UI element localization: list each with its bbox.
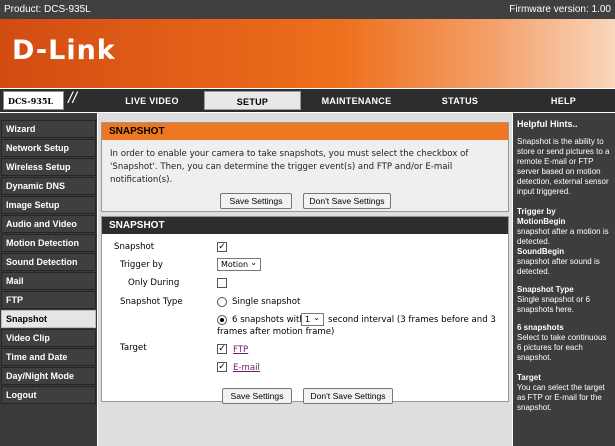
six-snapshots-radio[interactable] <box>217 315 227 325</box>
sidebar-item-logout[interactable]: Logout <box>1 386 96 404</box>
chevron-down-icon: ⌄ <box>313 313 320 322</box>
helpful-hints-panel: Helpful Hints.. Snapshot is the ability … <box>513 113 615 446</box>
dont-save-settings-button-top[interactable]: Don't Save Settings <box>303 193 391 209</box>
sidebar-item-sound-detection[interactable]: Sound Detection <box>1 253 96 271</box>
tab-help[interactable]: HELP <box>514 91 613 110</box>
sidebar-item-audio-video[interactable]: Audio and Video <box>1 215 96 233</box>
firmware-version: Firmware version: 1.00 <box>509 4 611 15</box>
save-settings-button-top[interactable]: Save Settings <box>220 193 292 209</box>
sidebar-item-ftp[interactable]: FTP <box>1 291 96 309</box>
email-checkbox[interactable]: ✓ <box>217 362 227 372</box>
model-badge: DCS-935L <box>3 91 64 110</box>
intro-description: In order to enable your camera to take s… <box>110 149 469 185</box>
sidebar-item-wireless-setup[interactable]: Wireless Setup <box>1 158 96 176</box>
tab-live-video[interactable]: LIVE VIDEO <box>104 91 200 110</box>
ftp-checkbox[interactable]: ✓ <box>217 344 227 354</box>
intro-panel: SNAPSHOT In order to enable your camera … <box>101 122 509 212</box>
hint-type-text: Single snapshot or 6 snapshots here. <box>517 295 590 314</box>
chevron-down-icon: ⌄ <box>250 258 257 267</box>
tab-status[interactable]: STATUS <box>410 91 510 110</box>
hint-six-title: 6 snapshots <box>517 323 564 332</box>
hint-trigger-text2: snapshot after sound is detected. <box>517 257 600 276</box>
only-during-checkbox[interactable] <box>217 278 227 288</box>
sidebar-item-network-setup[interactable]: Network Setup <box>1 139 96 157</box>
tab-setup[interactable]: SETUP <box>204 91 301 110</box>
hint-trigger: Trigger by MotionBegin snapshot after a … <box>517 207 613 277</box>
dlink-logo: D-Link <box>12 35 116 66</box>
hint-six: 6 snapshots Select to take continuous 6 … <box>517 323 613 363</box>
settings-title: SNAPSHOT <box>102 217 508 234</box>
intro-title: SNAPSHOT <box>102 123 508 140</box>
single-snapshot-radio[interactable] <box>217 297 227 307</box>
tab-maintenance[interactable]: MAINTENANCE <box>305 91 408 110</box>
email-link[interactable]: E-mail <box>233 363 260 373</box>
sidebar-item-video-clip[interactable]: Video Clip <box>1 329 96 347</box>
save-settings-button-bottom[interactable]: Save Settings <box>222 388 292 404</box>
top-info-bar: Product: DCS-935L Firmware version: 1.00 <box>0 0 615 19</box>
six-snapshots-label: 6 snapshots with <box>232 315 305 325</box>
main-nav: DCS-935L // LIVE VIDEO SETUP MAINTENANCE… <box>0 89 615 112</box>
product-name: Product: DCS-935L <box>4 4 91 15</box>
hint-trigger-title: Trigger by <box>517 207 556 216</box>
ftp-link[interactable]: FTP <box>233 345 248 355</box>
dont-save-settings-button-bottom[interactable]: Don't Save Settings <box>303 388 393 404</box>
snapshot-label: Snapshot <box>114 242 155 252</box>
snapshot-settings-panel: SNAPSHOT Snapshot ✓ Trigger by Motion ⌄ … <box>101 216 509 402</box>
hint-type: Snapshot Type Single snapshot or 6 snaps… <box>517 285 613 315</box>
hint-type-title: Snapshot Type <box>517 285 574 294</box>
sidebar-item-image-setup[interactable]: Image Setup <box>1 196 96 214</box>
only-during-label: Only During <box>128 278 180 288</box>
single-snapshot-label: Single snapshot <box>232 297 301 307</box>
hint-target: Target You can select the target as FTP … <box>517 373 613 413</box>
sidebar-item-dynamic-dns[interactable]: Dynamic DNS <box>1 177 96 195</box>
trigger-select-value: Motion <box>221 260 249 269</box>
decorative-slashes: // <box>68 90 77 107</box>
interval-description: second interval (3 frames before and 3 <box>328 315 496 325</box>
hint-target-title: Target <box>517 373 541 382</box>
hint-target-text: You can select the target as FTP or E-ma… <box>517 383 605 412</box>
trigger-label: Trigger by <box>120 260 163 270</box>
hint-trigger-sub2: SoundBegin <box>517 247 565 256</box>
hint-six-text: Select to take continuous 6 pictures for… <box>517 333 607 362</box>
main-content: SNAPSHOT In order to enable your camera … <box>98 113 512 446</box>
hint-trigger-text1: snapshot after a motion is detected. <box>517 227 609 246</box>
hint-trigger-sub1: MotionBegin <box>517 217 566 226</box>
sidebar-item-day-night[interactable]: Day/Night Mode <box>1 367 96 385</box>
sidebar-item-time-date[interactable]: Time and Date <box>1 348 96 366</box>
hints-title: Helpful Hints.. <box>517 119 578 129</box>
trigger-select[interactable]: Motion ⌄ <box>217 258 261 271</box>
target-label: Target <box>120 343 147 353</box>
sidebar-item-motion-detection[interactable]: Motion Detection <box>1 234 96 252</box>
sidebar-item-snapshot[interactable]: Snapshot <box>1 310 96 328</box>
interval-select-value: 1 <box>305 315 311 324</box>
brand-banner: D-Link <box>0 19 615 88</box>
snapshot-type-label: Snapshot Type <box>120 297 183 307</box>
sidebar-item-wizard[interactable]: Wizard <box>1 120 96 138</box>
sidebar: Wizard Network Setup Wireless Setup Dyna… <box>0 113 97 446</box>
interval-description-cont: frames after motion frame) <box>217 327 335 337</box>
snapshot-checkbox[interactable]: ✓ <box>217 242 227 252</box>
hint-intro: Snapshot is the ability to store or send… <box>517 137 610 196</box>
sidebar-item-mail[interactable]: Mail <box>1 272 96 290</box>
interval-select[interactable]: 1 ⌄ <box>301 313 324 326</box>
